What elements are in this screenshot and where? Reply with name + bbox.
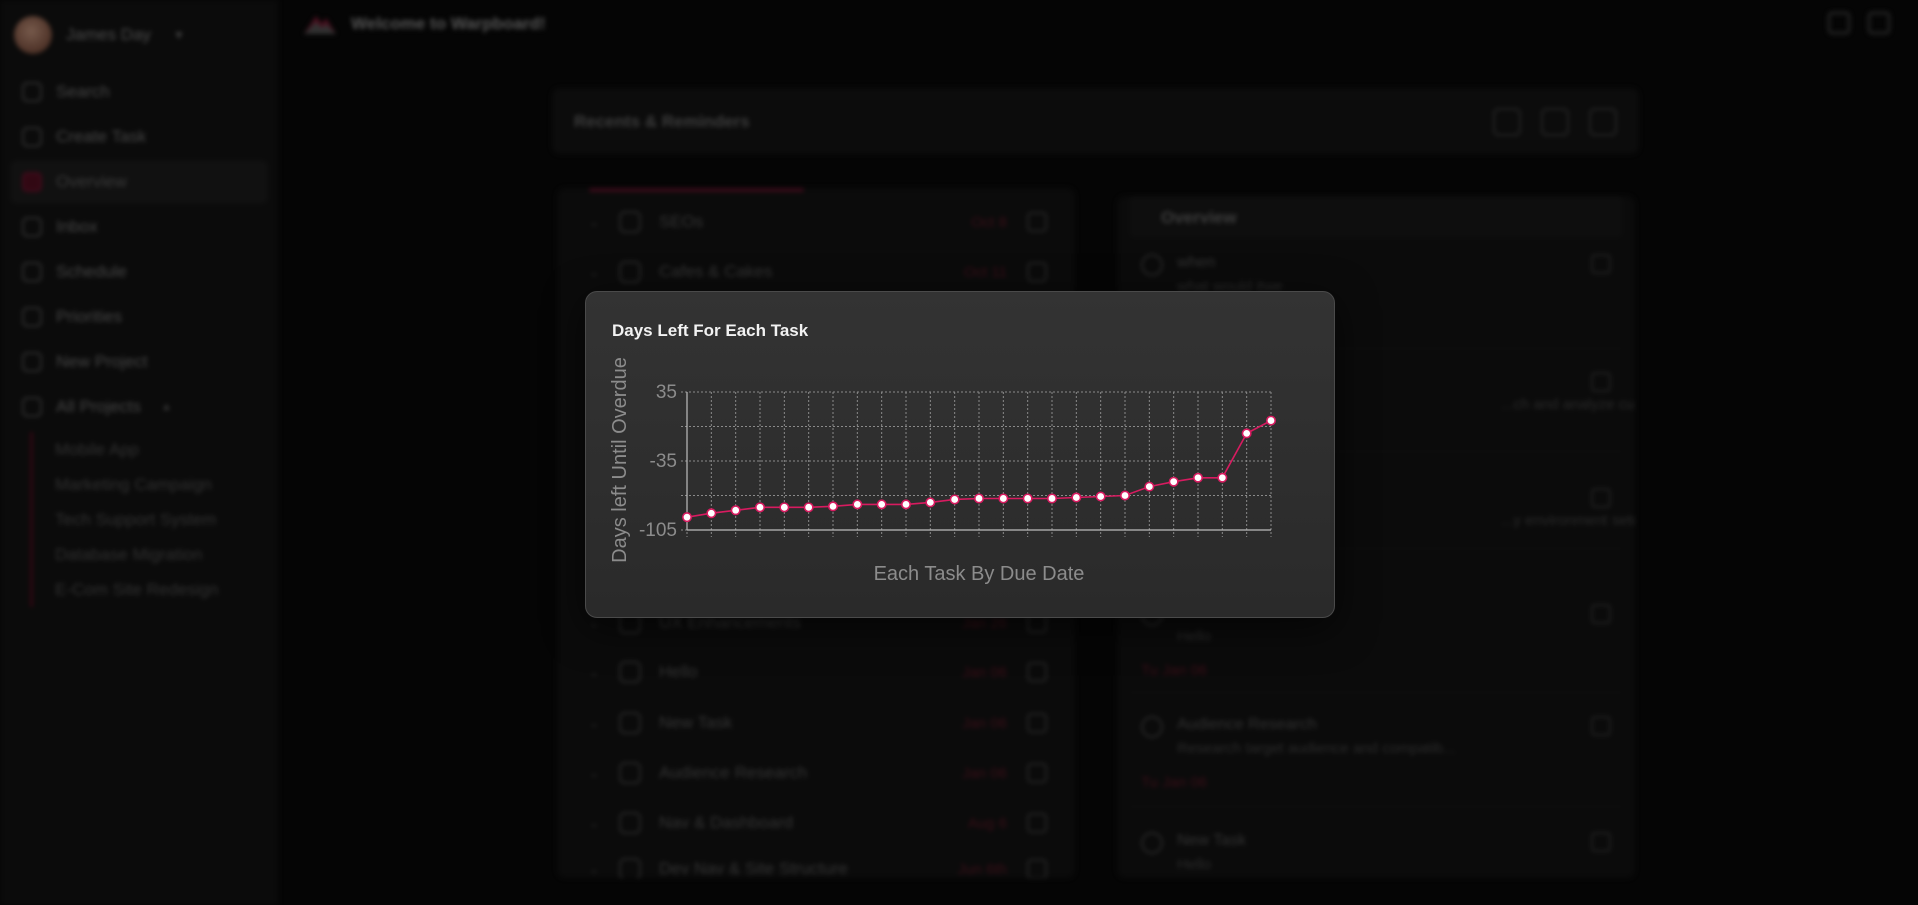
- chart-point[interactable]: [949, 494, 960, 505]
- chart-point[interactable]: [900, 499, 911, 510]
- chart-point[interactable]: [1095, 491, 1106, 502]
- chart-point[interactable]: [1046, 493, 1057, 504]
- chart-point[interactable]: [779, 502, 790, 513]
- chart-point[interactable]: [1241, 428, 1252, 439]
- chart-point[interactable]: [1265, 415, 1276, 426]
- chart-point[interactable]: [925, 497, 936, 508]
- chart-point[interactable]: [730, 505, 741, 516]
- chart-x-axis-label: Each Task By Due Date: [874, 563, 1085, 585]
- chart-grid: [681, 391, 1272, 537]
- chart-point[interactable]: [682, 512, 693, 523]
- chart-point[interactable]: [998, 493, 1009, 504]
- chart-modal: Days Left For Each Task 35 -35 -105 Each T…: [585, 291, 1335, 618]
- chart-point[interactable]: [1071, 492, 1082, 503]
- chart-y-ticks: 35 -35 -105: [639, 382, 677, 541]
- days-left-chart: 35 -35 -105 Each Task By Due Date Days lef…: [609, 357, 1276, 585]
- y-tick-label: -105: [639, 520, 677, 541]
- chart-point[interactable]: [1119, 490, 1130, 501]
- chart-point[interactable]: [755, 502, 766, 513]
- chart-point[interactable]: [1022, 493, 1033, 504]
- chart-point[interactable]: [803, 502, 814, 513]
- chart-point[interactable]: [876, 499, 887, 510]
- y-tick-label: 35: [656, 382, 677, 403]
- chart-point[interactable]: [1144, 481, 1155, 492]
- chart-point[interactable]: [1168, 476, 1179, 487]
- chart-point[interactable]: [1217, 472, 1228, 483]
- y-tick-label: -35: [650, 451, 677, 472]
- chart-point[interactable]: [973, 493, 984, 504]
- chart-point[interactable]: [852, 499, 863, 510]
- chart-point[interactable]: [828, 501, 839, 512]
- chart-y-axis-label: Days left Until Overdue: [609, 357, 631, 563]
- chart-point[interactable]: [1192, 472, 1203, 483]
- chart-point[interactable]: [706, 508, 717, 519]
